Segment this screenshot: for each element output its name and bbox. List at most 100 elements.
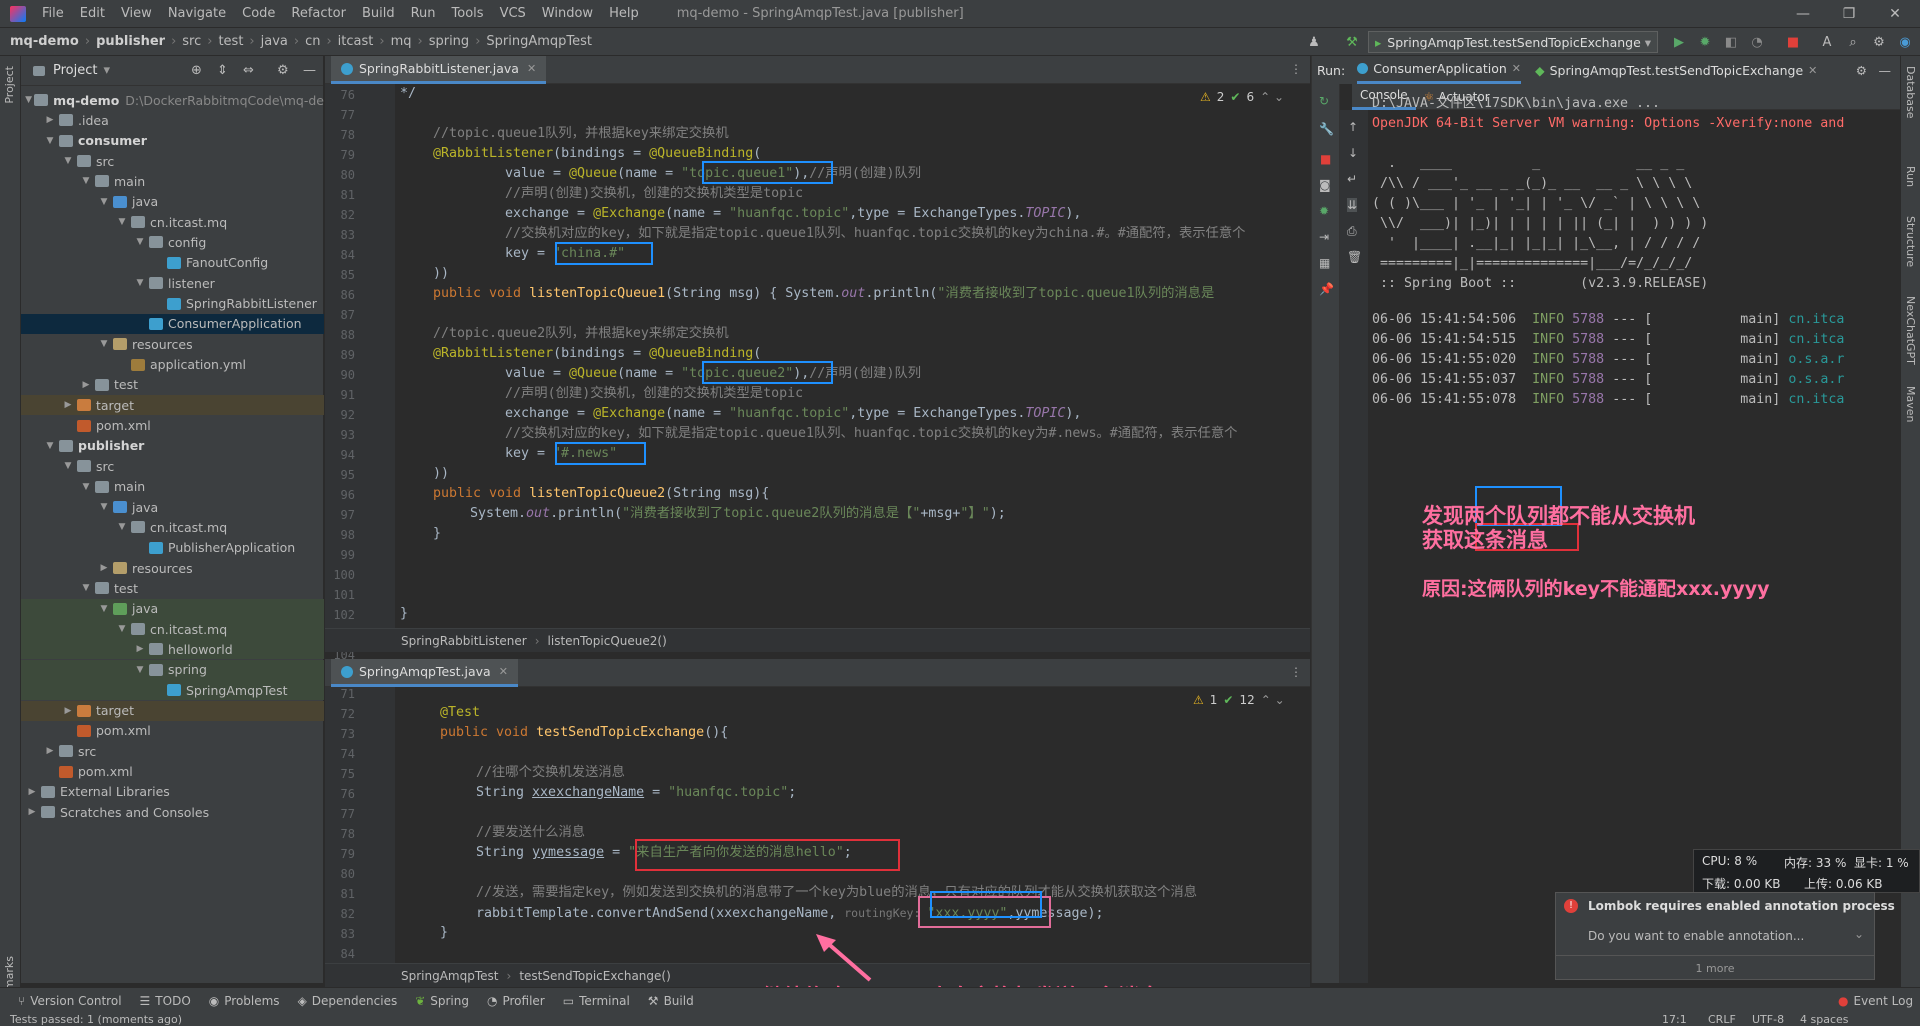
layout-icon[interactable]: ▦ — [1319, 256, 1330, 270]
crumb-itcast[interactable]: itcast — [332, 34, 380, 49]
soft-wrap-icon[interactable]: ↵ — [1347, 172, 1357, 186]
chevron-down-icon[interactable]: ▼ — [97, 604, 111, 614]
wrench-icon[interactable]: 🔧 — [1319, 122, 1334, 136]
locate-icon[interactable]: ⊕ — [191, 63, 202, 78]
chevron-down-icon[interactable]: ▼ — [133, 665, 147, 675]
print-icon[interactable]: ⎙ — [1347, 224, 1357, 239]
tree-item[interactable]: ▼ listener — [21, 273, 324, 293]
build-button[interactable]: ⚒ Build — [648, 994, 694, 1008]
debug-icon[interactable]: ✹ — [1319, 204, 1329, 218]
structure-tool-button[interactable]: Structure — [1904, 216, 1917, 267]
chevron-right-icon[interactable]: ▶ — [25, 787, 39, 797]
plugin-icon[interactable]: ◉ — [1896, 33, 1914, 51]
tree-item[interactable]: pom.xml — [21, 721, 324, 741]
tree-item[interactable]: ▼ java — [21, 192, 324, 212]
tree-item[interactable]: ▼ src — [21, 456, 324, 476]
up-arrow-icon[interactable]: ↑ — [1348, 120, 1358, 134]
project-panel-title[interactable]: Project — [53, 63, 97, 78]
pin-icon[interactable]: 📌 — [1319, 282, 1334, 296]
camera-icon[interactable]: ◙ — [1319, 178, 1331, 192]
chevron-down-icon[interactable]: ▼ — [115, 522, 129, 532]
tree-item[interactable]: ▶ .idea — [21, 110, 324, 130]
tree-item[interactable]: FanoutConfig — [21, 253, 324, 273]
tree-item[interactable]: ▼ test — [21, 578, 324, 598]
dependencies-button[interactable]: ◈ Dependencies — [298, 994, 398, 1008]
tree-item[interactable]: ▶ target — [21, 395, 324, 416]
chevron-right-icon[interactable]: ▶ — [133, 644, 147, 654]
chevron-down-icon[interactable]: ▼ — [79, 482, 93, 492]
menu-run[interactable]: Run — [403, 6, 444, 21]
tree-item[interactable]: ▼ mq-demo D:\DockerRabbitmqCode\mq-de — [21, 90, 324, 110]
run-tool-button[interactable]: Run — [1904, 166, 1917, 187]
lombok-notification[interactable]: ! Lombok requires enabled annotation pro… — [1555, 892, 1895, 980]
menu-view[interactable]: View — [113, 6, 160, 21]
tree-item[interactable]: ▶ src — [21, 741, 324, 761]
crumb-java[interactable]: java — [255, 34, 294, 49]
profile-icon[interactable]: ◔ — [1748, 33, 1766, 51]
tree-item[interactable]: ▼ java — [21, 497, 324, 517]
crumb-project[interactable]: mq-demo — [0, 34, 85, 49]
close-icon[interactable]: ✕ — [499, 665, 508, 678]
trash-icon[interactable]: 🗑 — [1347, 250, 1362, 264]
close-icon[interactable]: ✕ — [1872, 0, 1918, 28]
chevron-down-icon[interactable]: ⌄ — [1854, 927, 1864, 941]
tree-item[interactable]: ▼ java — [21, 598, 324, 619]
tree-item[interactable]: ▶ resources — [21, 558, 324, 578]
coverage-icon[interactable]: ◧ — [1722, 33, 1740, 51]
minimize-icon[interactable]: — — [1780, 0, 1826, 28]
chevron-down-icon[interactable]: ▼ — [43, 441, 57, 451]
tree-item[interactable]: application.yml — [21, 355, 324, 375]
menu-tools[interactable]: Tools — [444, 6, 492, 21]
tree-item[interactable]: ▼ resources — [21, 334, 324, 354]
tree-item[interactable]: ▼ src — [21, 151, 324, 171]
rerun-icon[interactable]: ↻ — [1319, 94, 1329, 108]
todo-button[interactable]: ☰ TODO — [140, 994, 191, 1008]
crumb-mq[interactable]: mq — [385, 34, 418, 49]
tab-spring-amqp-test[interactable]: SpringAmqpTest.java ✕ — [331, 659, 518, 687]
chevron-down-icon[interactable]: ▼ — [43, 136, 57, 146]
gear-icon[interactable]: ⚙ — [1856, 63, 1867, 78]
tree-item[interactable]: ▼ spring — [21, 659, 324, 680]
restore-icon[interactable]: ❐ — [1826, 0, 1872, 28]
run-icon[interactable]: ▶ — [1670, 33, 1688, 51]
chevron-down-icon[interactable]: ▼ — [79, 176, 93, 186]
project-tool-button[interactable]: Project — [3, 66, 16, 104]
menu-vcs[interactable]: VCS — [492, 6, 534, 21]
stop-icon[interactable]: ■ — [1320, 152, 1331, 166]
chevron-right-icon[interactable]: ▶ — [61, 400, 75, 410]
tree-item[interactable]: ▼ cn.itcast.mq — [21, 517, 324, 537]
tree-item[interactable]: pom.xml — [21, 762, 324, 782]
menu-code[interactable]: Code — [234, 6, 283, 21]
chevron-right-icon[interactable]: ▶ — [97, 563, 111, 573]
line-separator[interactable]: CRLF — [1708, 1013, 1736, 1026]
tree-item[interactable]: SpringAmqpTest — [21, 680, 324, 701]
tree-item[interactable]: ▶ External Libraries — [21, 782, 324, 802]
problems-button[interactable]: ◉ Problems — [209, 994, 280, 1008]
chevron-down-icon[interactable]: ▼ — [97, 197, 111, 207]
chevron-down-icon[interactable]: ▼ — [61, 461, 75, 471]
stop-icon[interactable]: ■ — [1784, 33, 1802, 51]
breadcrumb-class[interactable]: SpringRabbitListener — [401, 634, 527, 648]
hide-icon[interactable]: — — [303, 63, 316, 78]
crumb-cn[interactable]: cn — [299, 34, 326, 49]
scroll-end-icon[interactable]: ⇊ — [1347, 198, 1358, 212]
tree-item[interactable]: ▶ Scratches and Consoles — [21, 802, 324, 822]
expand-all-icon[interactable]: ⇕ — [217, 63, 228, 78]
breadcrumb-method[interactable]: testSendTopicExchange() — [519, 969, 670, 983]
file-encoding[interactable]: UTF-8 — [1752, 1013, 1784, 1026]
tree-item[interactable]: ▼ main — [21, 171, 324, 191]
crumb-class[interactable]: SpringAmqpTest — [480, 34, 598, 49]
more-icon[interactable]: ⋮ — [1290, 62, 1302, 76]
menu-refactor[interactable]: Refactor — [283, 6, 354, 21]
hide-icon[interactable]: — — [1879, 63, 1892, 78]
indent-setting[interactable]: 4 spaces — [1800, 1013, 1849, 1026]
nexchatgpt-tool-button[interactable]: NexChatGPT — [1904, 296, 1917, 365]
version-control-button[interactable]: ⑂ Version Control — [18, 994, 122, 1008]
menu-build[interactable]: Build — [354, 6, 403, 21]
crumb-spring[interactable]: spring — [423, 34, 475, 49]
breadcrumb-method[interactable]: listenTopicQueue2() — [548, 634, 667, 648]
menu-navigate[interactable]: Navigate — [160, 6, 234, 21]
close-icon[interactable]: ✕ — [527, 62, 536, 75]
tree-item[interactable]: ▶ helloworld — [21, 639, 324, 660]
tree-item[interactable]: ▼ consumer — [21, 131, 324, 151]
